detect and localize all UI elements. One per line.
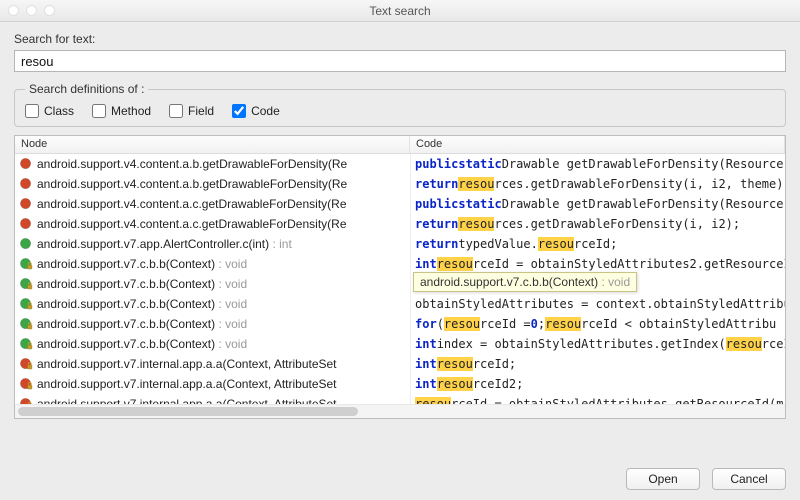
node-text: android.support.v7.c.b.b(Context) : void <box>37 257 247 271</box>
table-header: Node Code <box>15 136 785 154</box>
method-green-icon <box>19 237 33 251</box>
node-cell: android.support.v7.app.AlertController.c… <box>15 234 410 254</box>
code-cell: obtainStyledAttributes = context.obtainS… <box>410 294 785 314</box>
table-row[interactable]: android.support.v7.internal.app.a.a(Cont… <box>15 394 785 404</box>
method-red-icon <box>19 197 33 211</box>
code-cell: public static Drawable getDrawableForDen… <box>410 154 785 174</box>
definitions-legend: Search definitions of : <box>25 82 148 96</box>
node-cell: android.support.v4.content.a.c.getDrawab… <box>15 214 410 234</box>
node-text: android.support.v7.internal.app.a.a(Cont… <box>37 377 337 391</box>
table-row[interactable]: android.support.v7.c.b.b(Context) : void… <box>15 294 785 314</box>
method-green-lock-icon <box>19 297 33 311</box>
search-label: Search for text: <box>14 32 786 46</box>
code-cell: return typedValue.resourceId; <box>410 234 785 254</box>
node-cell: android.support.v7.c.b.b(Context) : void <box>15 314 410 334</box>
zoom-window-icon[interactable] <box>44 5 55 16</box>
checkbox-class-input[interactable] <box>25 104 39 118</box>
method-green-lock-icon <box>19 277 33 291</box>
code-cell: for (resourceId = 0; resourceId < obtain… <box>410 314 785 334</box>
search-input[interactable] <box>14 50 786 72</box>
table-row[interactable]: android.support.v7.c.b.b(Context) : void… <box>15 254 785 274</box>
table-row[interactable]: android.support.v4.content.a.c.getDrawab… <box>15 214 785 234</box>
tooltip-text: android.support.v7.c.b.b(Context) <box>420 275 598 289</box>
code-cell: resourceId = obtainStyledAttributes.getR… <box>410 394 785 404</box>
node-text: android.support.v4.content.a.b.getDrawab… <box>37 157 347 171</box>
close-window-icon[interactable] <box>8 5 19 16</box>
column-header-node[interactable]: Node <box>15 136 410 153</box>
checkbox-field-input[interactable] <box>169 104 183 118</box>
cancel-button[interactable]: Cancel <box>712 468 786 490</box>
column-header-code[interactable]: Code <box>410 136 785 153</box>
table-row[interactable]: android.support.v4.content.a.b.getDrawab… <box>15 154 785 174</box>
window-title: Text search <box>0 4 800 18</box>
node-text: android.support.v7.c.b.b(Context) : void <box>37 297 247 311</box>
table-row[interactable]: android.support.v4.content.a.b.getDrawab… <box>15 174 785 194</box>
method-red-icon <box>19 217 33 231</box>
checkbox-code[interactable]: Code <box>232 104 280 118</box>
checkbox-method-input[interactable] <box>92 104 106 118</box>
table-row[interactable]: android.support.v7.c.b.b(Context) : void… <box>15 314 785 334</box>
table-row[interactable]: android.support.v7.internal.app.a.a(Cont… <box>15 354 785 374</box>
table-rows: android.support.v4.content.a.b.getDrawab… <box>15 154 785 404</box>
node-cell: android.support.v4.content.a.c.getDrawab… <box>15 194 410 214</box>
node-text: android.support.v7.c.b.b(Context) : void <box>37 337 247 351</box>
node-cell: android.support.v7.c.b.b(Context) : void <box>15 334 410 354</box>
node-cell: android.support.v7.internal.app.a.a(Cont… <box>15 374 410 394</box>
table-row[interactable]: android.support.v7.app.AlertController.c… <box>15 234 785 254</box>
node-cell: android.support.v7.c.b.b(Context) : void <box>15 254 410 274</box>
method-red-lock-icon <box>19 357 33 371</box>
horizontal-scrollbar[interactable] <box>15 404 785 418</box>
node-text: android.support.v7.c.b.b(Context) : void <box>37 317 247 331</box>
method-red-icon <box>19 157 33 171</box>
checkbox-class[interactable]: Class <box>25 104 74 118</box>
table-row[interactable]: android.support.v7.c.b.b(Context) : void… <box>15 334 785 354</box>
code-cell: return resources.getDrawableForDensity(i… <box>410 214 785 234</box>
dialog-buttons: Open Cancel <box>626 468 786 490</box>
node-text: android.support.v7.internal.app.a.a(Cont… <box>37 357 337 371</box>
node-cell: android.support.v4.content.a.b.getDrawab… <box>15 154 410 174</box>
node-cell: android.support.v7.internal.app.a.a(Cont… <box>15 354 410 374</box>
search-form: Search for text: Search definitions of :… <box>0 22 800 127</box>
node-text: android.support.v7.c.b.b(Context) : void <box>37 277 247 291</box>
table-row[interactable]: android.support.v7.c.b.b(Context) : void <box>15 274 785 294</box>
scrollbar-thumb[interactable] <box>18 407 358 416</box>
node-text: android.support.v4.content.a.b.getDrawab… <box>37 177 347 191</box>
node-text: android.support.v4.content.a.c.getDrawab… <box>37 197 347 211</box>
code-cell: int resourceId2; <box>410 374 785 394</box>
method-green-lock-icon <box>19 317 33 331</box>
method-red-lock-icon <box>19 377 33 391</box>
checkbox-code-input[interactable] <box>232 104 246 118</box>
node-cell: android.support.v7.c.b.b(Context) : void <box>15 294 410 314</box>
results-table: Node Code android.support.v4.content.a.b… <box>14 135 786 419</box>
checkbox-method[interactable]: Method <box>92 104 151 118</box>
node-text: android.support.v7.internal.app.a.a(Cont… <box>37 397 337 404</box>
node-text: android.support.v4.content.a.c.getDrawab… <box>37 217 347 231</box>
table-row[interactable]: android.support.v4.content.a.c.getDrawab… <box>15 194 785 214</box>
code-cell: return resources.getDrawableForDensity(i… <box>410 174 785 194</box>
open-button[interactable]: Open <box>626 468 700 490</box>
node-cell: android.support.v7.internal.app.a.a(Cont… <box>15 394 410 404</box>
tooltip: android.support.v7.c.b.b(Context) : void <box>413 272 637 292</box>
method-green-lock-icon <box>19 257 33 271</box>
method-red-lock-icon <box>19 397 33 404</box>
node-text: android.support.v7.app.AlertController.c… <box>37 237 292 251</box>
table-row[interactable]: android.support.v7.internal.app.a.a(Cont… <box>15 374 785 394</box>
code-cell: int resourceId = obtainStyledAttributes2… <box>410 254 785 274</box>
minimize-window-icon[interactable] <box>26 5 37 16</box>
node-cell: android.support.v7.c.b.b(Context) : void <box>15 274 410 294</box>
window-controls <box>8 5 55 16</box>
node-cell: android.support.v4.content.a.b.getDrawab… <box>15 174 410 194</box>
method-red-icon <box>19 177 33 191</box>
titlebar: Text search <box>0 0 800 22</box>
code-cell: int resourceId; <box>410 354 785 374</box>
checkbox-field[interactable]: Field <box>169 104 214 118</box>
code-cell: public static Drawable getDrawableForDen… <box>410 194 785 214</box>
code-cell: int index = obtainStyledAttributes.getIn… <box>410 334 785 354</box>
method-green-lock-icon <box>19 337 33 351</box>
definitions-group: Search definitions of : Class Method Fie… <box>14 82 786 127</box>
